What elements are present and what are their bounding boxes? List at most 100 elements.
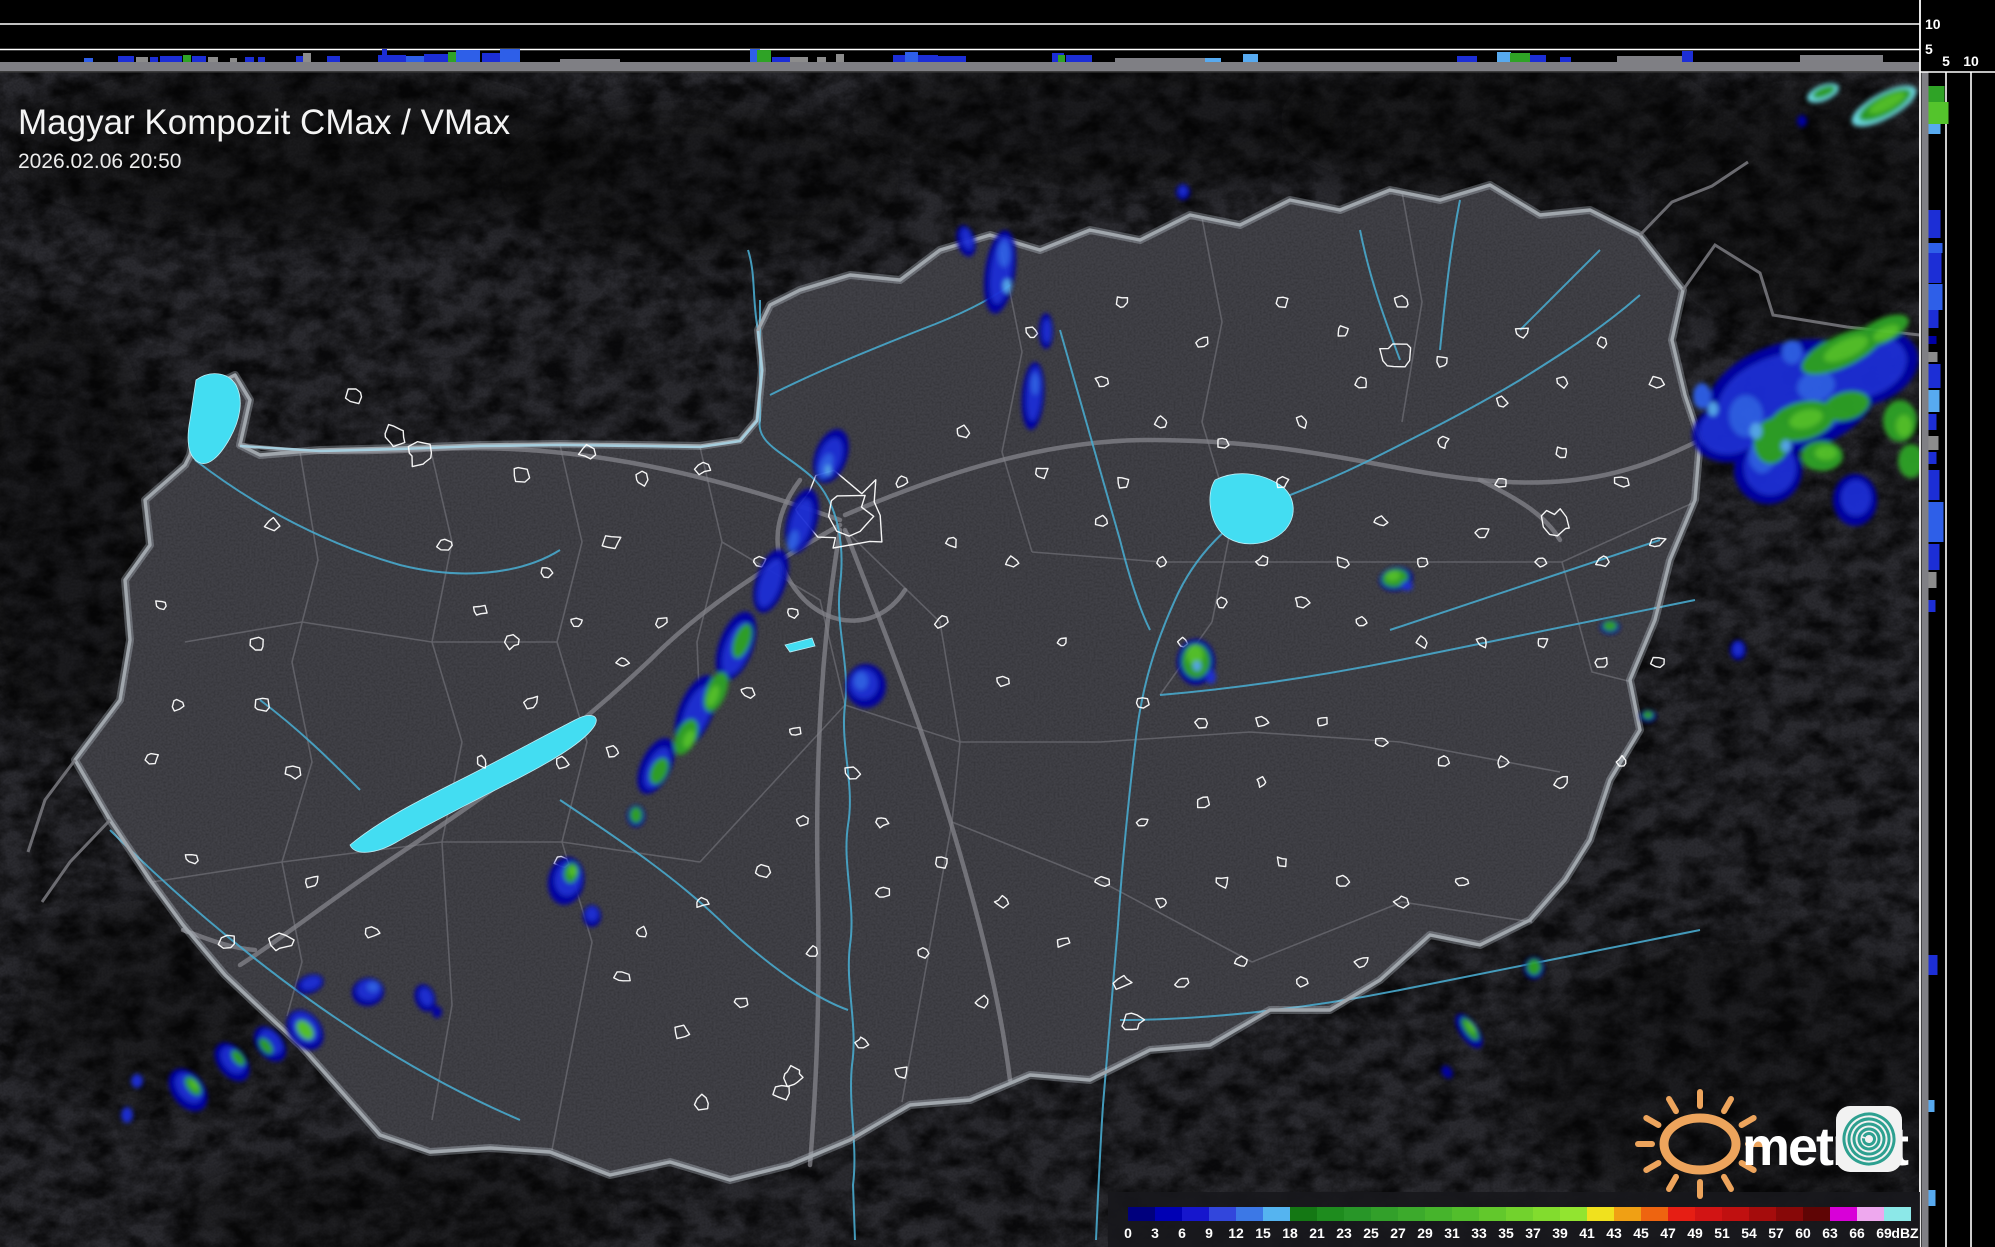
radar-composite-scene: 10 5 5 10 Magyar Kompozit CMax / VMax 20… bbox=[0, 0, 1995, 1247]
radar-echo-blob bbox=[1797, 115, 1807, 127]
legend-color-cell bbox=[1722, 1207, 1749, 1221]
legend-tick-label: 66 bbox=[1849, 1225, 1865, 1241]
legend-tick-labels: 0 3 6 9 12 15 18 21 23 25 27 29 31 33 35 37 39 41 43 45 47 49… bbox=[1124, 1225, 1892, 1241]
dbz-color-legend: 0 3 6 9 12 15 18 21 23 25 27 29 31 33 35 37 39 41 43 45 47 49… bbox=[1108, 1192, 1920, 1247]
metnet-app-icon bbox=[1836, 1106, 1902, 1172]
top-strip-echo-bar bbox=[1530, 55, 1546, 62]
corner-background bbox=[1920, 0, 1995, 72]
top-strip-terrain-bump bbox=[1800, 55, 1883, 62]
page-title: Magyar Kompozit CMax / VMax bbox=[18, 103, 511, 142]
top-strip-echo-bar bbox=[382, 49, 387, 62]
top-strip-echo-bar bbox=[150, 57, 158, 62]
legend-tick-label: 21 bbox=[1309, 1225, 1325, 1241]
legend-color-cell bbox=[1776, 1207, 1803, 1221]
legend-tick-label: 43 bbox=[1606, 1225, 1622, 1241]
top-strip-echo-bar bbox=[817, 57, 826, 62]
legend-color-cell bbox=[1587, 1207, 1614, 1221]
legend-color-cell bbox=[1236, 1207, 1263, 1221]
radar-echo-blob bbox=[854, 672, 868, 690]
legend-tick-label: 47 bbox=[1660, 1225, 1676, 1241]
legend-tick-label: 25 bbox=[1363, 1225, 1379, 1241]
top-strip-echo-bar bbox=[1682, 51, 1693, 62]
right-strip-echo-bar bbox=[1928, 1100, 1935, 1112]
top-strip-echo-bar bbox=[905, 52, 918, 62]
top-strip-echo-bar bbox=[245, 57, 254, 62]
legend-color-cell bbox=[1398, 1207, 1425, 1221]
top-strip-echo-bar bbox=[406, 56, 424, 62]
top-strip-echo-bar bbox=[136, 57, 148, 62]
map-region bbox=[0, 62, 1920, 1247]
legend-color-cell bbox=[1317, 1207, 1344, 1221]
radar-echo-blob bbox=[1750, 423, 1762, 439]
right-strip-echo-bar bbox=[1928, 572, 1937, 588]
legend-tick-label: 12 bbox=[1228, 1225, 1244, 1241]
radar-echo-blob bbox=[1527, 959, 1541, 975]
right-strip-echo-bar bbox=[1928, 364, 1941, 388]
top-strip-echo-bar bbox=[790, 57, 808, 62]
legend-tick-label: 6 bbox=[1178, 1225, 1186, 1241]
right-strip-echo-bar bbox=[1928, 390, 1940, 412]
radar-echo-blob bbox=[1193, 661, 1201, 671]
top-strip-echo-bar bbox=[836, 54, 844, 62]
legend-tick-label: 27 bbox=[1390, 1225, 1406, 1241]
top-strip-echo-bar bbox=[1510, 53, 1530, 62]
top-axis-5km-label: 5 bbox=[1925, 41, 1933, 57]
legend-tick-label: 15 bbox=[1255, 1225, 1271, 1241]
top-strip-echo-bar bbox=[500, 49, 520, 62]
radar-echo-blob bbox=[1043, 319, 1051, 343]
right-strip-echo-bar bbox=[1928, 102, 1949, 124]
legend-color-cell bbox=[1560, 1207, 1587, 1221]
legend-tick-label: 37 bbox=[1525, 1225, 1541, 1241]
legend-color-cell bbox=[1263, 1207, 1290, 1221]
radar-echo-blob bbox=[121, 1107, 133, 1123]
right-strip-echo-bar bbox=[1928, 210, 1941, 238]
radar-echo-blob bbox=[1003, 279, 1011, 293]
top-strip-echo-bar bbox=[1497, 52, 1511, 62]
top-strip-echo-bar bbox=[1058, 55, 1065, 62]
legend-tick-label: 69 bbox=[1876, 1225, 1892, 1241]
top-strip-echo-bar bbox=[84, 58, 93, 62]
top-strip-terrain-bump bbox=[1617, 56, 1683, 62]
radar-echo-blob bbox=[1031, 373, 1039, 395]
right-strip-echo-bar bbox=[1928, 600, 1936, 612]
radar-echo-blob bbox=[432, 1006, 442, 1018]
right-strip-baseline bbox=[1921, 72, 1929, 1247]
right-height-projection bbox=[1920, 72, 1995, 1247]
legend-tick-label: 45 bbox=[1633, 1225, 1649, 1241]
legend-tick-label: 9 bbox=[1205, 1225, 1213, 1241]
radar-echo-blob bbox=[367, 982, 379, 992]
legend-tick-label: 51 bbox=[1714, 1225, 1730, 1241]
radar-echo-blob bbox=[586, 907, 598, 921]
top-strip-echo-bar bbox=[258, 57, 265, 62]
legend-color-cell bbox=[1749, 1207, 1776, 1221]
radar-echo-blob bbox=[825, 465, 831, 475]
right-strip-echo-bar bbox=[1928, 470, 1940, 500]
right-strip-echo-bar bbox=[1928, 436, 1939, 450]
legend-color-cell bbox=[1425, 1207, 1452, 1221]
right-strip-echo-bar bbox=[1928, 284, 1943, 310]
radar-echo-blob bbox=[131, 1074, 143, 1088]
legend-tick-label: 60 bbox=[1795, 1225, 1811, 1241]
right-strip-echo-bar bbox=[1928, 502, 1944, 542]
top-height-projection bbox=[0, 0, 1920, 73]
timestamp: 2026.02.06 20:50 bbox=[18, 150, 182, 173]
legend-tick-label: 23 bbox=[1336, 1225, 1352, 1241]
legend-color-cell bbox=[1803, 1207, 1830, 1221]
radar-echo-blob bbox=[569, 866, 577, 876]
legend-color-cell bbox=[1128, 1207, 1155, 1221]
legend-color-cell bbox=[1479, 1207, 1506, 1221]
legend-tick-label: 3 bbox=[1151, 1225, 1159, 1241]
legend-color-cell bbox=[1533, 1207, 1560, 1221]
top-strip-echo-bar bbox=[757, 50, 771, 62]
top-strip-terrain-bump bbox=[560, 59, 620, 62]
radar-echo-blob bbox=[1782, 340, 1802, 364]
legend-color-cell bbox=[1155, 1207, 1182, 1221]
right-strip-echo-bar bbox=[1928, 544, 1940, 570]
legend-color-cell bbox=[1830, 1207, 1857, 1221]
top-strip-echo-bar bbox=[1457, 56, 1477, 62]
right-strip-echo-bar bbox=[1928, 86, 1945, 102]
legend-color-cells bbox=[1128, 1207, 1911, 1221]
top-strip-echo-bar bbox=[192, 56, 206, 62]
legend-tick-label: 49 bbox=[1687, 1225, 1703, 1241]
right-strip-echo-bar bbox=[1928, 253, 1942, 283]
